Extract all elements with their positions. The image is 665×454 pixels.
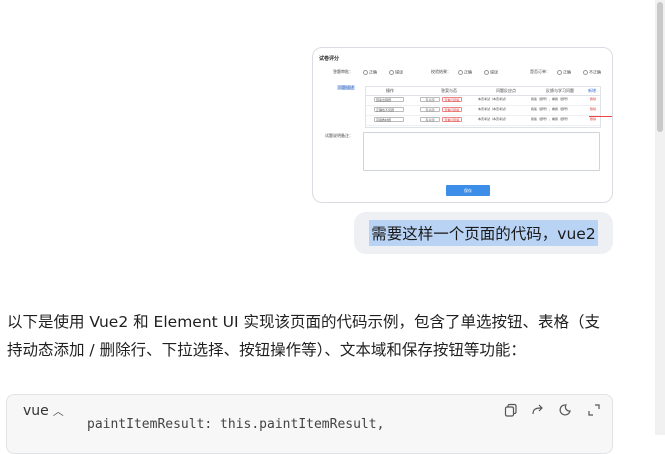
mini-title: 试卷评分 [319, 56, 340, 62]
expand-icon[interactable] [587, 403, 601, 417]
mini-cell: 本页考试（本页考试） [478, 107, 509, 111]
mini-label-3: 是否订单： [530, 69, 550, 74]
scrollbar-thumb[interactable] [657, 2, 663, 132]
radio-icon [484, 70, 489, 75]
mini-redline [589, 116, 612, 117]
share-icon[interactable] [531, 403, 545, 417]
code-line: paintItemResult: this.paintItemResult, [87, 417, 385, 432]
mini-label-1: 答题审批： [333, 69, 353, 74]
mini-btn[interactable]: 查看问题答 [442, 117, 462, 122]
mini-btn[interactable]: 查看问题答 [442, 107, 462, 112]
mini-opt-e: 正确 [563, 69, 571, 75]
mini-delete[interactable]: 删除 [590, 108, 596, 111]
mini-th: 操作 [386, 88, 394, 93]
mini-cell: 我答（题号），看我（题号） [531, 107, 571, 111]
code-lang: vue [23, 403, 49, 419]
mini-cell: 我答（题号），看我（题号） [531, 117, 571, 121]
radio-icon [363, 70, 368, 75]
mini-save-button[interactable]: 保存 [446, 185, 490, 196]
attached-image[interactable]: 试卷评分 答题审批： 正确 错误 校验结果： 正确 错误 是否订单： 正确 不正… [312, 47, 613, 203]
user-message-bubble: 需要这样一个页面的代码，vue2 [354, 212, 613, 254]
radio-icon [583, 70, 588, 75]
mini-opt-d: 错误 [490, 69, 498, 75]
mini-th: 答案与否 [441, 88, 457, 93]
mini-opt-c: 正确 [464, 69, 472, 75]
table-row: 高级教材题 有关题 查看问题答 本页考试（本页考试） 我答（题号），看我（题号）… [366, 115, 600, 126]
mini-delete[interactable]: 删除 [590, 98, 596, 101]
copy-icon[interactable] [504, 403, 518, 417]
mini-btn[interactable]: 查看问题答 [442, 97, 462, 102]
radio-icon [557, 70, 562, 75]
mini-select[interactable]: 正确性不足题 [374, 107, 404, 112]
mini-add-link[interactable]: 新增 [588, 89, 596, 93]
mini-select[interactable]: 高级教材题 [374, 117, 404, 122]
mini-opt-f: 不正确 [589, 69, 601, 75]
mini-table: 操作 答案与否 问题反应点 反馈与学习问题 新增 回答出错题 有关题 查看问题答… [365, 86, 601, 128]
user-message-text: 需要这样一个页面的代码，vue2 [369, 220, 598, 246]
mini-side-label: 问题描述 [337, 85, 355, 90]
code-block: vue ︿ paintItemResult: this.paintItemResu… [6, 394, 613, 454]
mini-textarea[interactable] [363, 132, 600, 171]
mini-btn[interactable]: 有关题 [420, 117, 440, 122]
radio-icon [389, 70, 394, 75]
radio-icon [458, 70, 463, 75]
mini-cell: 我答（题号），看我（题号） [531, 97, 571, 101]
mini-th: 反馈与学习问题 [546, 88, 574, 93]
mini-opt-b: 错误 [395, 69, 403, 75]
mini-label-2: 校验结果： [431, 69, 451, 74]
assistant-answer: 以下是使用 Vue2 和 Element UI 实现该页面的代码示例，包含了单选… [7, 313, 600, 359]
chevron-up-icon: ︿ [52, 405, 64, 418]
mini-cell: 本页考试（本页考试） [478, 97, 509, 101]
run-icon[interactable] [558, 403, 572, 417]
mini-select[interactable]: 回答出错题 [374, 97, 404, 102]
mini-delete[interactable]: 删除 [590, 118, 596, 121]
mini-remark-label: 试题说明备注： [325, 133, 353, 138]
page-scrollbar[interactable] [655, 0, 665, 435]
mini-opt-a: 正确 [369, 69, 377, 75]
mini-btn[interactable]: 有关题 [420, 97, 440, 102]
code-lang-toggle[interactable]: vue ︿ [23, 403, 64, 419]
mini-btn[interactable]: 有关题 [420, 107, 440, 112]
mini-th: 问题反应点 [496, 88, 516, 93]
mini-cell: 本页考试（本页考试） [478, 117, 509, 121]
